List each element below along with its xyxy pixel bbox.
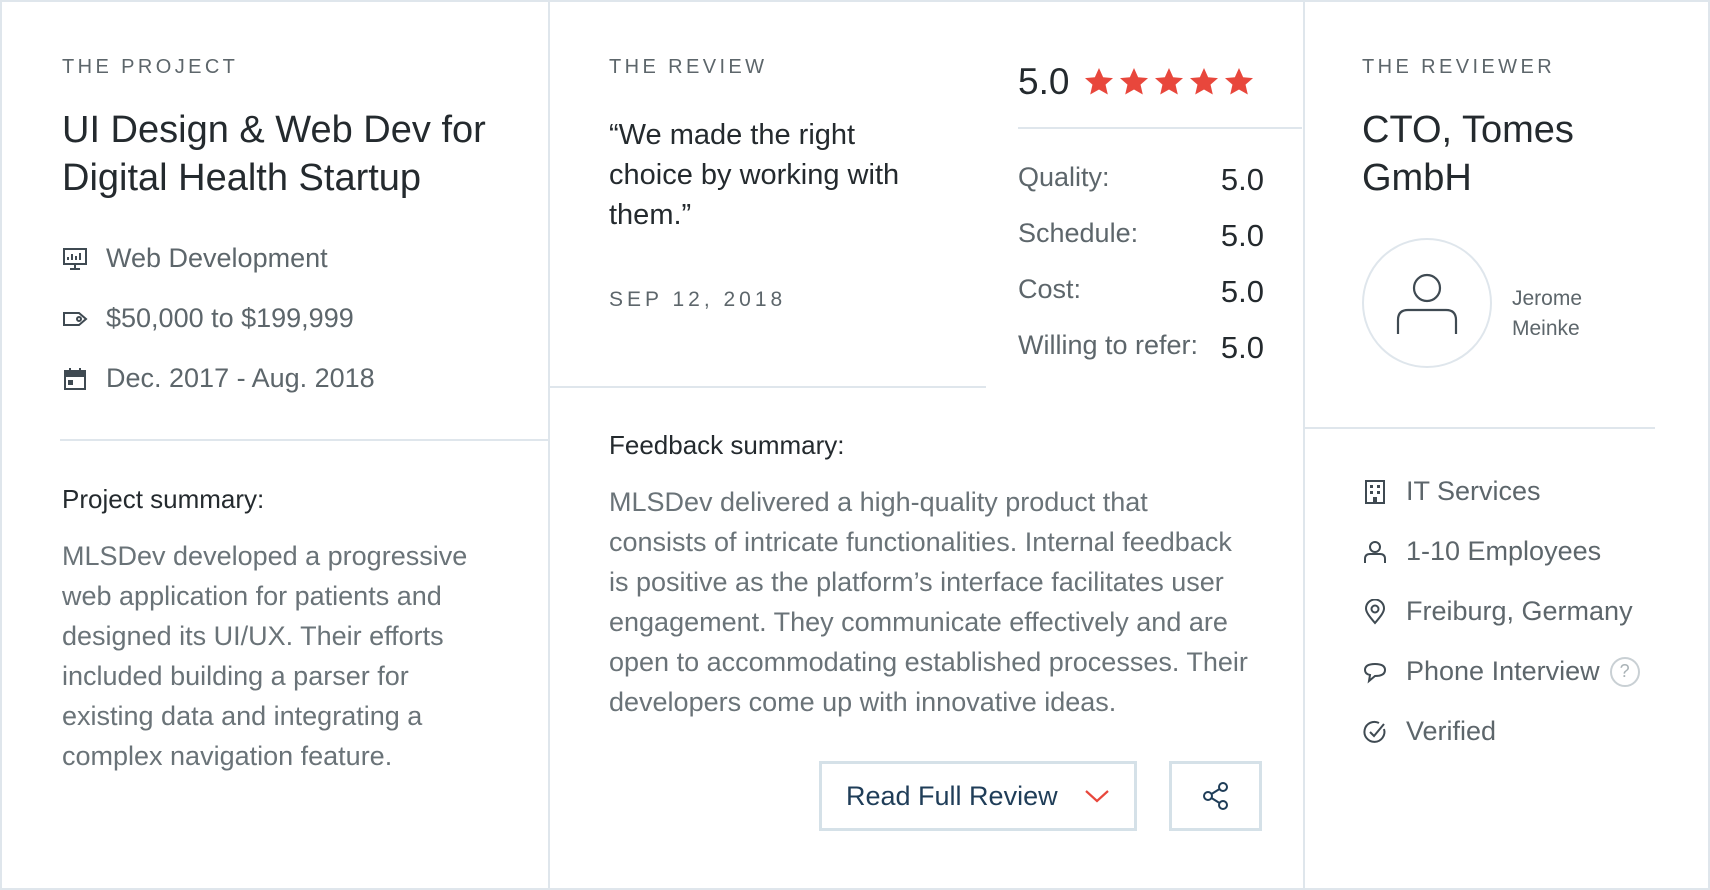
location-pin-icon (1362, 598, 1388, 625)
review-date: SEP 12, 2018 (609, 288, 787, 311)
rating-label: Quality: (1018, 162, 1110, 192)
feedback-line: is positive as the platform’s interface … (609, 567, 1224, 597)
read-full-review-label: Read Full Review (846, 780, 1058, 811)
reviewer-verified-text: Verified (1406, 716, 1497, 746)
summary-line: web application for patients and (62, 581, 442, 611)
project-budget-row: $50,000 to $199,999 (62, 303, 354, 334)
price-tag-icon (62, 306, 88, 332)
project-dates-row: Dec. 2017 - Aug. 2018 (62, 363, 375, 394)
user-avatar-icon (1396, 273, 1458, 334)
star-icon (1155, 68, 1184, 95)
feedback-line: engagement. They communicate effectively… (609, 607, 1228, 637)
review-eyebrow: THE REVIEW (609, 56, 768, 78)
column-divider (548, 2, 550, 890)
star-icon (1190, 68, 1219, 95)
project-summary-heading: Project summary: (62, 484, 265, 514)
feedback-line: developers come up with innovative ideas… (609, 687, 1117, 717)
check-circle-icon (1362, 719, 1388, 745)
reviewer-name-line: Jerome (1512, 287, 1583, 310)
rating-row-schedule: Schedule: 5.0 (1018, 218, 1264, 254)
reviewer-divider (1305, 427, 1655, 429)
chat-bubble-icon (1362, 659, 1388, 685)
reviewer-industry-row: IT Services (1362, 476, 1541, 507)
project-service-row: Web Development (62, 243, 328, 274)
share-button[interactable] (1169, 761, 1262, 831)
rating-label: Willing to refer: (1018, 330, 1199, 360)
rating-row-quality: Quality: 5.0 (1018, 162, 1264, 198)
project-eyebrow: THE PROJECT (62, 56, 239, 78)
help-icon[interactable]: ? (1609, 656, 1640, 687)
reviewer-eyebrow: THE REVIEWER (1362, 56, 1556, 78)
overall-rating: 5.0 (1018, 61, 1258, 103)
reviewer-size-row: 1-10 Employees (1362, 536, 1601, 567)
reviewer-location-text: Freiburg, Germany (1406, 596, 1633, 626)
calendar-icon (62, 366, 88, 392)
read-full-review-button[interactable]: Read Full Review (819, 761, 1137, 831)
quote-line: choice by working with (609, 159, 900, 191)
share-icon (1202, 782, 1228, 810)
feedback-line: open to accommodating established proces… (609, 647, 1248, 677)
reviewer-industry-text: IT Services (1406, 476, 1541, 506)
feedback-summary-text: MLSDev delivered a high-quality product … (609, 482, 1248, 722)
reviewer-verified-row: Verified (1362, 716, 1496, 747)
project-title-line: UI Design & Web Dev for (62, 109, 486, 151)
rating-label: Schedule: (1018, 218, 1139, 248)
presentation-board-icon (62, 246, 88, 272)
rating-value: 5.0 (1220, 218, 1264, 253)
summary-line: complex navigation feature. (62, 741, 393, 771)
star-icon (1225, 68, 1254, 95)
reviewer-title-line: CTO, Tomes (1362, 109, 1574, 151)
summary-line: MLSDev developed a progressive (62, 541, 468, 571)
project-summary-text: MLSDev developed a progressive web appli… (62, 536, 467, 776)
summary-line: existing data and integrating a (62, 701, 423, 731)
quote-line: them.” (609, 199, 692, 231)
reviewer-title-line: GmbH (1362, 157, 1472, 199)
rating-label: Cost: (1018, 274, 1082, 304)
building-icon (1362, 479, 1388, 505)
rating-value: 5.0 (1220, 162, 1264, 197)
summary-line: designed its UI/UX. Their efforts (62, 621, 444, 651)
review-card: THE PROJECT UI Design & Web Dev for Digi… (0, 0, 1710, 890)
star-icon (1085, 68, 1114, 95)
reviewer-title: CTO, Tomes GmbH (1362, 106, 1574, 202)
reviewer-interview-text: Phone Interview (1406, 656, 1600, 686)
project-budget-text: $50,000 to $199,999 (106, 303, 354, 333)
feedback-summary-heading: Feedback summary: (609, 430, 845, 460)
avatar (1362, 238, 1492, 368)
quote-line: “We made the right (609, 119, 856, 151)
project-title: UI Design & Web Dev for Digital Health S… (62, 106, 486, 202)
project-service-text: Web Development (106, 243, 328, 273)
reviewer-size-text: 1-10 Employees (1406, 536, 1602, 566)
feedback-line: consists of intricate functionalities. I… (609, 527, 1232, 557)
project-title-line: Digital Health Startup (62, 157, 422, 199)
overall-score: 5.0 (1018, 61, 1070, 102)
review-divider (550, 386, 986, 388)
review-quote: “We made the right choice by working wit… (609, 115, 899, 235)
project-dates-text: Dec. 2017 - Aug. 2018 (106, 363, 375, 393)
reviewer-name-line: Meinke (1512, 317, 1580, 340)
chevron-down-icon (1084, 790, 1109, 803)
summary-line: included building a parser for (62, 661, 409, 691)
rating-value: 5.0 (1220, 274, 1264, 309)
star-icon (1120, 68, 1149, 95)
rating-divider (1018, 127, 1302, 129)
reviewer-interview-row: Phone Interview ? (1362, 656, 1640, 687)
project-divider (60, 439, 548, 441)
rating-row-refer: Willing to refer: 5.0 (1018, 330, 1264, 366)
person-icon (1362, 539, 1388, 565)
reviewer-location-row: Freiburg, Germany (1362, 596, 1633, 627)
rating-value: 5.0 (1220, 330, 1264, 365)
feedback-line: MLSDev delivered a high-quality product … (609, 487, 1148, 517)
column-divider (1303, 2, 1305, 890)
rating-row-cost: Cost: 5.0 (1018, 274, 1264, 310)
reviewer-name: Jerome Meinke (1512, 284, 1582, 344)
